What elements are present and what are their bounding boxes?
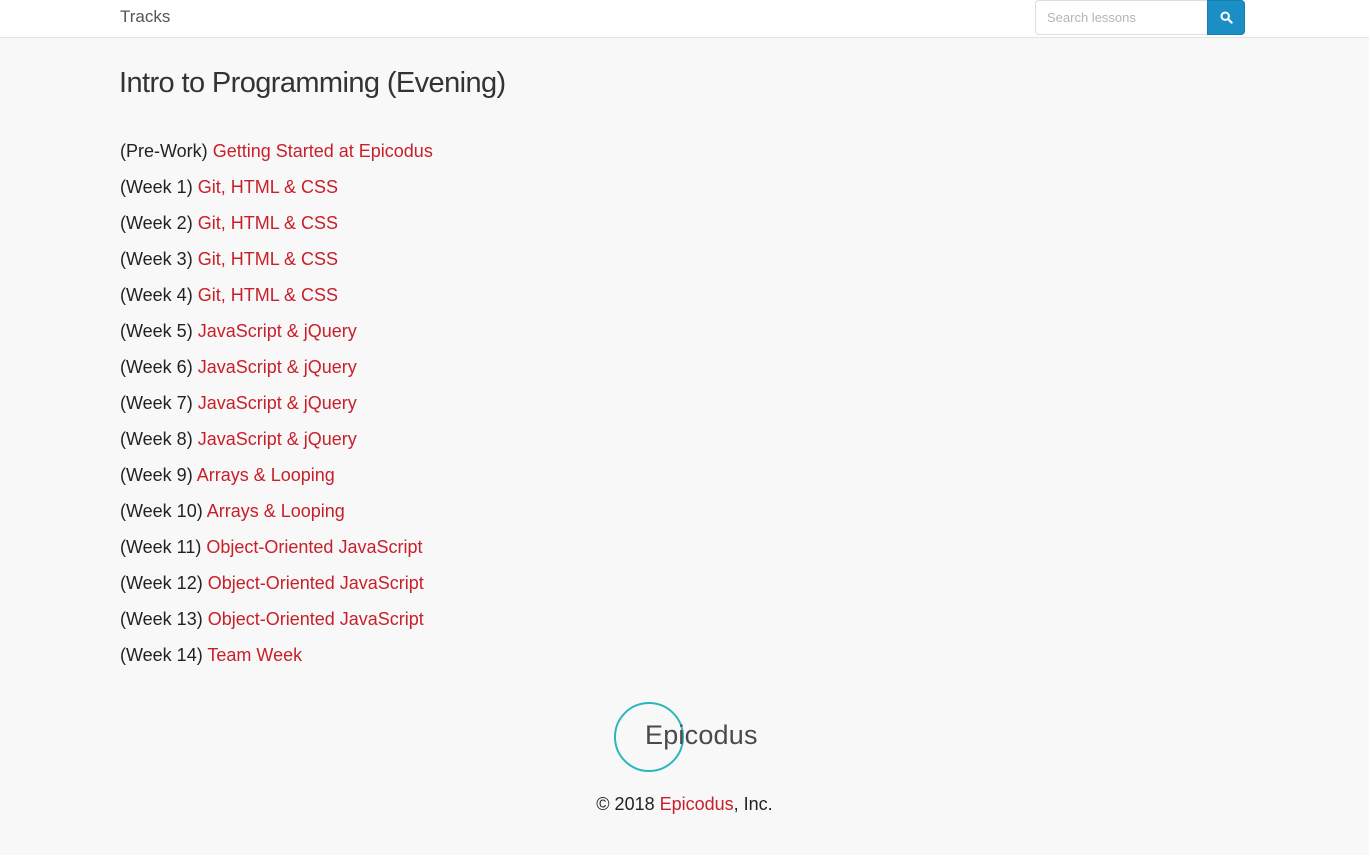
- lesson-link[interactable]: Object-Oriented JavaScript: [206, 537, 422, 557]
- lesson-link[interactable]: JavaScript & jQuery: [198, 357, 357, 377]
- lesson-week-label: (Week 6): [120, 357, 193, 377]
- lesson-week-label: (Week 9): [120, 465, 193, 485]
- epicodus-logo: Epicodus: [613, 701, 773, 775]
- copyright-prefix: © 2018: [596, 794, 660, 814]
- lesson-list: (Pre-Work) Getting Started at Epicodus (W…: [120, 138, 433, 678]
- search-form: [1035, 0, 1245, 35]
- page-title: Intro to Programming (Evening): [119, 67, 506, 99]
- lesson-link[interactable]: JavaScript & jQuery: [198, 393, 357, 413]
- copyright: © 2018 Epicodus, Inc.: [0, 794, 1369, 815]
- copyright-epicodus-link[interactable]: Epicodus: [660, 794, 734, 814]
- lesson-link[interactable]: JavaScript & jQuery: [198, 321, 357, 341]
- lesson-link[interactable]: Team Week: [207, 645, 302, 665]
- lesson-week-label: (Week 12): [120, 573, 203, 593]
- lesson-list-item: (Week 11) Object-Oriented JavaScript: [120, 534, 433, 570]
- lesson-link[interactable]: Arrays & Looping: [207, 501, 345, 521]
- lesson-link[interactable]: Git, HTML & CSS: [198, 285, 338, 305]
- lesson-week-label: (Week 7): [120, 393, 193, 413]
- lesson-link[interactable]: Getting Started at Epicodus: [213, 141, 433, 161]
- lesson-week-label: (Week 10): [120, 501, 203, 521]
- lesson-list-item: (Week 12) Object-Oriented JavaScript: [120, 570, 433, 606]
- lesson-list-item: (Week 3) Git, HTML & CSS: [120, 246, 433, 282]
- lesson-week-label: (Week 5): [120, 321, 193, 341]
- lesson-link[interactable]: Object-Oriented JavaScript: [208, 609, 424, 629]
- lesson-list-item: (Week 1) Git, HTML & CSS: [120, 174, 433, 210]
- top-navbar: Tracks: [0, 0, 1369, 38]
- brand-link[interactable]: Tracks: [120, 7, 170, 27]
- lesson-list-item: (Pre-Work) Getting Started at Epicodus: [120, 138, 433, 174]
- search-button[interactable]: [1207, 0, 1245, 35]
- search-input[interactable]: [1035, 0, 1207, 35]
- lesson-list-item: (Week 2) Git, HTML & CSS: [120, 210, 433, 246]
- lesson-list-item: (Week 6) JavaScript & jQuery: [120, 354, 433, 390]
- lesson-week-label: (Week 1): [120, 177, 193, 197]
- lesson-link[interactable]: Git, HTML & CSS: [198, 249, 338, 269]
- lesson-link[interactable]: Git, HTML & CSS: [198, 213, 338, 233]
- lesson-week-label: (Week 14): [120, 645, 203, 665]
- lesson-list-item: (Week 7) JavaScript & jQuery: [120, 390, 433, 426]
- lesson-link[interactable]: JavaScript & jQuery: [198, 429, 357, 449]
- lesson-list-item: (Week 5) JavaScript & jQuery: [120, 318, 433, 354]
- lesson-list-item: (Week 13) Object-Oriented JavaScript: [120, 606, 433, 642]
- lesson-week-label: (Week 13): [120, 609, 203, 629]
- lesson-list-item: (Week 4) Git, HTML & CSS: [120, 282, 433, 318]
- search-icon: [1219, 11, 1233, 24]
- copyright-suffix: , Inc.: [733, 794, 773, 814]
- lesson-list-item: (Week 9) Arrays & Looping: [120, 462, 433, 498]
- lesson-list-item: (Week 14) Team Week: [120, 642, 433, 678]
- lesson-link[interactable]: Arrays & Looping: [197, 465, 335, 485]
- lesson-week-label: (Week 8): [120, 429, 193, 449]
- lesson-list-item: (Week 10) Arrays & Looping: [120, 498, 433, 534]
- lesson-list-item: (Week 8) JavaScript & jQuery: [120, 426, 433, 462]
- lesson-link[interactable]: Object-Oriented JavaScript: [208, 573, 424, 593]
- lesson-week-label: (Week 3): [120, 249, 193, 269]
- lesson-week-label: (Week 2): [120, 213, 193, 233]
- lesson-week-label: (Pre-Work): [120, 141, 208, 161]
- lesson-week-label: (Week 11): [120, 537, 202, 557]
- logo-text: Epicodus: [645, 720, 758, 750]
- lesson-week-label: (Week 4): [120, 285, 193, 305]
- lesson-link[interactable]: Git, HTML & CSS: [198, 177, 338, 197]
